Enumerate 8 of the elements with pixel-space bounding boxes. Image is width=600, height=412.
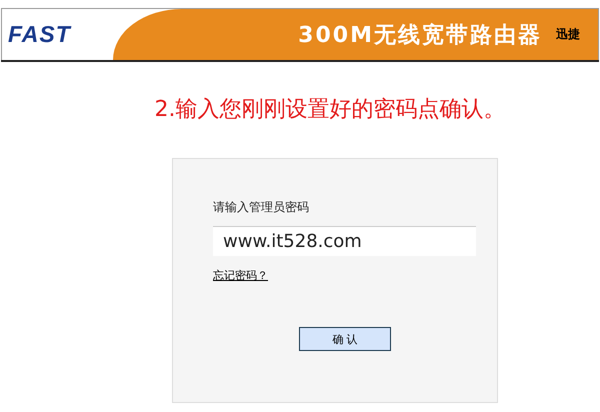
confirm-button[interactable]: 确 认 <box>299 327 391 351</box>
password-field[interactable]: www.it528.com <box>213 226 476 256</box>
instruction-text: 2.输入您刚刚设置好的密码点确认。 <box>154 96 506 124</box>
password-label: 请输入管理员密码 <box>213 199 310 216</box>
product-title: 300M无线宽带路由器 <box>298 22 542 50</box>
fast-logo: FAST <box>8 21 71 48</box>
forgot-password-link[interactable]: 忘记密码？ <box>213 268 268 283</box>
brand-name: 迅捷 <box>556 26 580 43</box>
